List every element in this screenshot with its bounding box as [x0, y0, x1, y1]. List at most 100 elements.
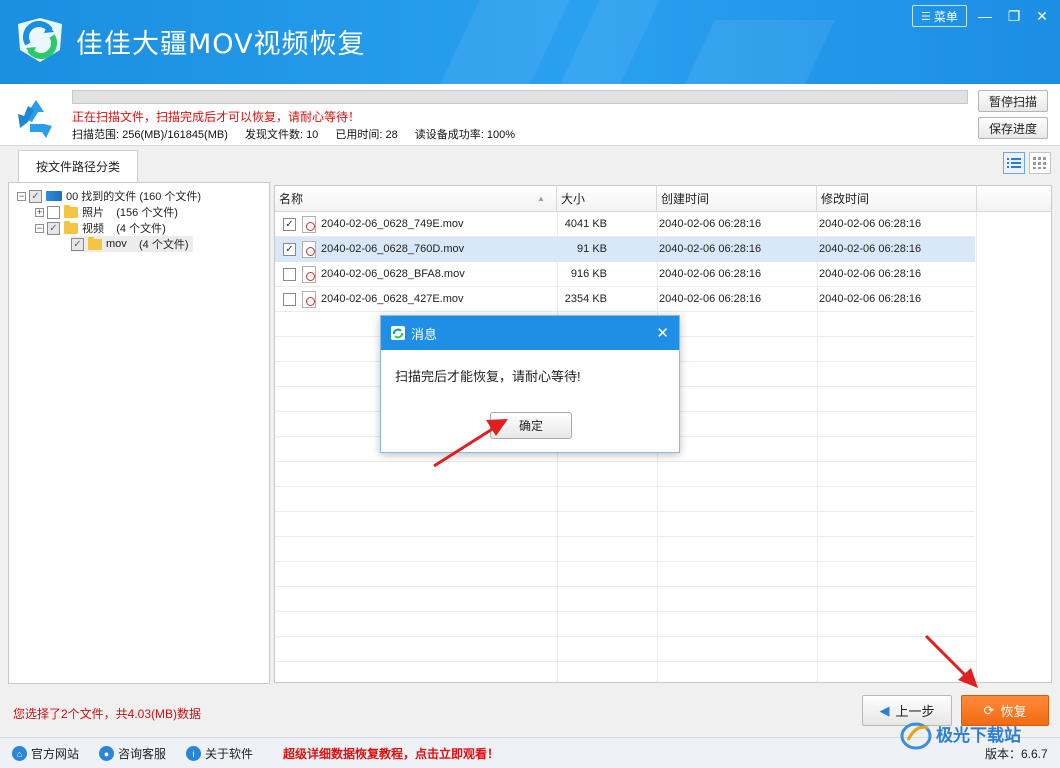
- app-small-icon: [391, 326, 405, 340]
- file-created: 2040-02-06 06:28:16: [659, 243, 762, 255]
- tab-by-file-path[interactable]: 按文件路径分类: [18, 150, 138, 182]
- home-icon: ⌂: [12, 746, 27, 761]
- dialog-title: 消息: [411, 326, 438, 342]
- file-modified: 2040-02-06 06:28:16: [819, 243, 922, 255]
- file-modified: 2040-02-06 06:28:16: [819, 268, 922, 280]
- table-row[interactable]: 2040-02-06_0628_BFA8.mov 916 KB 2040-02-…: [275, 262, 975, 287]
- grid-line: [275, 536, 975, 537]
- file-list-header: 名称 ▲ 大小 创建时间 修改时间: [275, 186, 1051, 212]
- watermark-logo: 极光下载站: [900, 722, 1021, 750]
- file-size: 916 KB: [570, 268, 607, 280]
- recycle-icon: [18, 100, 52, 138]
- tree-label: 00 找到的文件: [66, 191, 137, 203]
- grid-line: [275, 561, 975, 562]
- close-icon[interactable]: ✕: [1032, 6, 1052, 26]
- tree-count: (160 个文件): [139, 191, 202, 203]
- folder-icon: [88, 236, 102, 250]
- row-checkbox[interactable]: ✓: [283, 243, 296, 256]
- dialog-header: 消息 ✕: [381, 316, 679, 350]
- file-created: 2040-02-06 06:28:16: [659, 268, 762, 280]
- chat-icon: ●: [99, 746, 114, 761]
- about-software-link[interactable]: i 关于软件: [186, 745, 253, 762]
- app-title: 佳佳大疆MOV视频恢复: [76, 29, 366, 60]
- mov-file-icon: [302, 266, 316, 283]
- expand-icon[interactable]: +: [35, 207, 44, 217]
- collapse-icon[interactable]: −: [17, 191, 26, 201]
- official-website-link[interactable]: ⌂ 官方网站: [12, 745, 79, 762]
- file-created: 2040-02-06 06:28:16: [659, 218, 762, 230]
- tutorial-promo-link[interactable]: 超级详细数据恢复教程，点击立即观看！: [283, 745, 499, 762]
- menu-icon: ☰: [921, 10, 931, 23]
- tree-item-mov[interactable]: ✓ mov (4 个文件): [71, 236, 193, 252]
- dialog-message: 扫描完后才能恢复，请耐心等待!: [395, 369, 581, 384]
- folder-tree: − ✓ 00 找到的文件 (160 个文件) + 照片 (156 个文件) − …: [8, 182, 270, 684]
- menu-label: 菜单: [933, 9, 958, 24]
- file-name: 2040-02-06_0628_749E.mov: [321, 218, 464, 230]
- folder-icon: [64, 204, 78, 218]
- tree-checkbox[interactable]: ✓: [47, 221, 60, 235]
- tree-checkbox[interactable]: ✓: [71, 237, 84, 251]
- pause-scan-button[interactable]: 暂停扫描: [978, 90, 1048, 112]
- tree-label: 视频: [82, 223, 104, 235]
- message-dialog: 消息 ✕ 扫描完后才能恢复，请耐心等待! 确定: [380, 315, 680, 453]
- drive-icon: [46, 191, 62, 201]
- arrow-left-icon: ◀: [879, 702, 890, 718]
- mov-file-icon: [302, 241, 316, 258]
- grid-view-icon[interactable]: [1029, 152, 1051, 174]
- customer-service-link[interactable]: ● 咨询客服: [99, 745, 166, 762]
- tree-count: (156 个文件): [116, 207, 178, 219]
- tree-checkbox[interactable]: ✓: [29, 189, 42, 203]
- column-created[interactable]: 创建时间: [657, 186, 817, 212]
- dialog-close-icon[interactable]: ✕: [656, 324, 669, 342]
- grid-line: [275, 511, 975, 512]
- grid-line: [275, 661, 975, 662]
- tree-checkbox[interactable]: [47, 205, 60, 219]
- column-name[interactable]: 名称: [275, 186, 557, 212]
- tree-label: 照片: [82, 207, 104, 219]
- list-view-icon[interactable]: [1003, 152, 1025, 174]
- table-row[interactable]: 2040-02-06_0628_427E.mov 2354 KB 2040-02…: [275, 287, 975, 312]
- mov-file-icon: [302, 216, 316, 233]
- scan-progress-bar: [72, 90, 968, 104]
- file-name: 2040-02-06_0628_427E.mov: [321, 293, 464, 305]
- title-bar: 佳佳大疆MOV视频恢复 ☰ 菜单 — ❐ ✕: [0, 0, 1060, 84]
- grid-line: [275, 611, 975, 612]
- scan-status-message: 正在扫描文件，扫描完成后才可以恢复，请耐心等待！: [72, 110, 361, 124]
- row-checkbox[interactable]: [283, 268, 296, 281]
- row-checkbox[interactable]: [283, 293, 296, 306]
- file-size: 91 KB: [577, 243, 607, 255]
- file-size: 4041 KB: [564, 218, 607, 230]
- table-row[interactable]: ✓ 2040-02-06_0628_760D.mov 91 KB 2040-02…: [275, 237, 975, 262]
- about-software-label: 关于软件: [205, 747, 254, 761]
- file-name: 2040-02-06_0628_BFA8.mov: [321, 268, 465, 280]
- file-modified: 2040-02-06 06:28:16: [819, 218, 922, 230]
- grid-line: [275, 586, 975, 587]
- scan-progress-panel: 正在扫描文件，扫描完成后才可以恢复，请耐心等待！ 扫描范围: 256(MB)/1…: [0, 84, 1060, 146]
- app-logo-icon: [18, 18, 62, 62]
- file-created: 2040-02-06 06:28:16: [659, 293, 762, 305]
- grid-line: [275, 461, 975, 462]
- read-success-rate: 读设备成功率: 100%: [414, 129, 516, 141]
- tree-item-videos[interactable]: − ✓ 视频 (4 个文件): [35, 220, 166, 236]
- tree-item-photos[interactable]: + 照片 (156 个文件): [35, 204, 178, 220]
- file-modified: 2040-02-06 06:28:16: [819, 293, 922, 305]
- column-size[interactable]: 大小: [557, 186, 657, 212]
- ok-button[interactable]: 确定: [490, 412, 572, 439]
- row-checkbox[interactable]: ✓: [283, 218, 296, 231]
- save-progress-button[interactable]: 保存进度: [978, 117, 1048, 139]
- grid-line: [275, 636, 975, 637]
- sort-asc-icon: ▲: [537, 194, 545, 203]
- minimize-icon[interactable]: —: [975, 6, 995, 26]
- tree-count: (4 个文件): [139, 239, 189, 251]
- info-icon: i: [186, 746, 201, 761]
- grid-line: [275, 486, 975, 487]
- file-size: 2354 KB: [564, 293, 607, 305]
- selection-info: 您选择了2个文件，共4.03(MB)数据: [13, 707, 202, 721]
- column-modified[interactable]: 修改时间: [817, 186, 977, 212]
- table-row[interactable]: ✓ 2040-02-06_0628_749E.mov 4041 KB 2040-…: [275, 212, 975, 237]
- tree-item-root[interactable]: − ✓ 00 找到的文件 (160 个文件): [17, 188, 201, 204]
- menu-button[interactable]: ☰ 菜单: [912, 5, 967, 27]
- collapse-icon[interactable]: −: [35, 223, 44, 233]
- maximize-icon[interactable]: ❐: [1004, 6, 1024, 26]
- tab-strip: 按文件路径分类: [0, 146, 1060, 182]
